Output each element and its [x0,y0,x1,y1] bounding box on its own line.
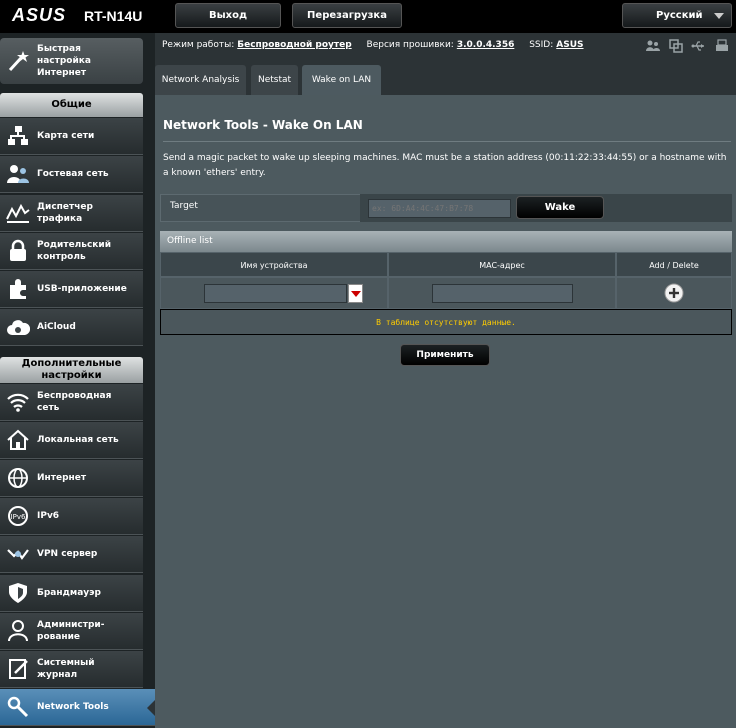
network-map-icon [8,126,28,145]
lan-icon [7,429,29,450]
sidebar-item-administration[interactable]: Администри-рование [0,613,143,650]
target-label: Target [170,201,198,211]
vpn-icon [7,549,29,560]
sidebar-item-guest-network[interactable]: Гостевая сеть [0,156,143,193]
printer-icon[interactable] [715,39,729,53]
column-header-device-name: Имя устройства [160,252,388,277]
general-section-title: Общие [0,93,143,117]
quick-setup-label: Быстрая настройка Интернет [37,44,91,78]
language-select[interactable]: Русский [622,3,732,28]
sidebar-item-label: Системный журнал [37,658,95,680]
empty-table-message: В таблице отсутствуют данные. [160,309,732,335]
guest-network-icon [7,165,29,183]
quick-setup-button[interactable]: Быстрая настройка Интернет [0,38,143,84]
model-name: RT-N14U [84,8,143,24]
device-dropdown-button[interactable] [348,284,363,303]
usb-app-icon [10,279,26,299]
sidebar-item-label: Интернет [37,473,87,483]
chevron-down-icon [714,13,724,19]
status-bar: Режим работы: Беспроводной роутер Версия … [162,40,596,50]
add-icon[interactable] [664,283,684,303]
sidebar-item-label: Network Tools [37,702,109,712]
sidebar-item-system-log[interactable]: Системный журнал [0,651,143,688]
sidebar-item-label: Администри-рование [37,620,105,642]
sidebar-item-label: USB-приложение [37,284,127,294]
sidebar-item-ipv6[interactable]: IPv6 IPv6 [0,498,143,535]
ssid-label: SSID: [529,40,554,50]
content-panel [155,95,736,728]
column-header-add-delete: Add / Delete [616,252,732,277]
apply-button[interactable]: Применить [400,344,490,366]
network-tools-icon [7,696,29,718]
sidebar-item-label: VPN сервер [37,549,98,559]
ssid-link[interactable]: ASUS [556,40,583,50]
system-log-icon [9,659,28,679]
mode-link[interactable]: Беспроводной роутер [237,40,351,50]
tab-netstat[interactable]: Netstat [251,65,298,95]
sidebar-item-network-map[interactable]: Карта сети [0,118,143,155]
clients-icon[interactable] [646,39,660,53]
title-divider [163,141,731,142]
page-title: Network Tools - Wake On LAN [163,118,363,132]
traffic-manager-icon [6,203,30,223]
tab-wake-on-lan[interactable]: Wake on LAN [302,65,381,95]
logout-button[interactable]: Выход [175,3,281,28]
sidebar-item-lan[interactable]: Локальная сеть [0,422,143,459]
sidebar-item-label: IPv6 [37,511,60,521]
sidebar-item-usb-app[interactable]: USB-приложение [0,271,143,308]
sidebar-item-internet[interactable]: Интернет [0,460,143,497]
firmware-link[interactable]: 3.0.0.4.356 [457,40,515,50]
target-input[interactable] [368,199,511,218]
asus-logo: ASUS [12,5,67,25]
internet-icon [8,468,28,488]
ipv6-icon: IPv6 [8,506,28,526]
sidebar-item-label: Карта сети [37,131,95,141]
sidebar-item-firewall[interactable]: Брандмауэр [0,575,143,612]
tab-network-analysis[interactable]: Network Analysis [155,65,246,95]
sidebar-item-label: Локальная сеть [37,435,119,445]
mac-address-input[interactable] [432,284,573,303]
device-name-input[interactable] [204,284,347,303]
sidebar-item-label: AiCloud [37,322,76,332]
sidebar-item-parental-control[interactable]: Родительский контроль [0,233,143,270]
sidebar-item-wireless[interactable]: Беспроводная сеть [0,384,143,421]
sidebar-item-label: Диспетчер трафика [37,202,93,224]
column-header-mac-address: MAC-адрес [388,252,616,277]
sidebar-item-label: Беспроводная сеть [37,391,112,413]
wireless-icon [7,393,29,412]
copy-icon[interactable] [669,39,683,53]
wake-button[interactable]: Wake [516,196,604,219]
page-description: Send a magic packet to wake up sleeping … [163,153,727,178]
usb-icon[interactable] [691,39,705,53]
sidebar-item-label: Гостевая сеть [37,169,109,179]
mode-label: Режим работы: [162,40,235,50]
firewall-icon [9,583,27,603]
parental-control-icon [10,239,26,261]
magic-wand-icon [8,51,29,72]
administration-icon [8,620,28,642]
svg-text:IPv6: IPv6 [11,513,26,521]
sidebar-item-traffic-manager[interactable]: Диспетчер трафика [0,195,143,232]
firmware-label: Версия прошивки: [366,40,454,50]
language-label: Русский [656,10,703,21]
reboot-button[interactable]: Перезагрузка [292,3,402,28]
advanced-section-title: Дополнительные настройки [0,357,143,383]
sidebar-item-aicloud[interactable]: AiCloud [0,309,143,346]
aicloud-icon [7,320,30,335]
offline-list-header: Offline list [160,231,732,252]
sidebar-item-vpn[interactable]: VPN сервер [0,536,143,573]
sidebar-item-network-tools[interactable]: Network Tools [0,689,156,726]
top-bar: ASUS RT-N14U Выход Перезагрузка Русский [0,0,736,33]
sidebar-item-label: Родительский контроль [37,240,112,262]
sidebar-item-label: Брандмауэр [37,588,101,598]
